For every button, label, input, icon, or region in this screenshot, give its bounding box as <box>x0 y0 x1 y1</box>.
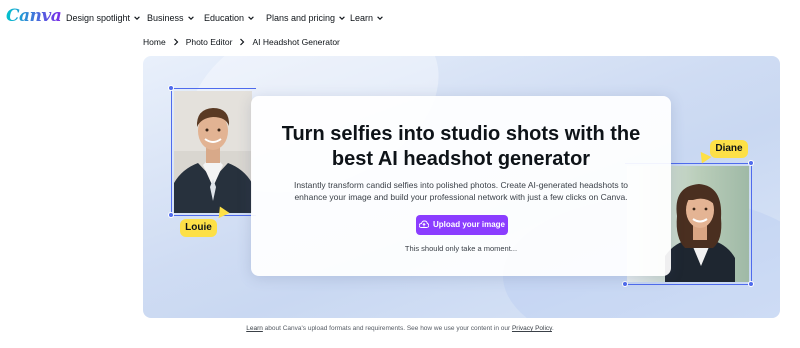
selection-handle <box>748 160 754 166</box>
nav-label: Education <box>204 13 245 23</box>
nav-education[interactable]: Education <box>204 13 255 23</box>
upload-button-label: Upload your image <box>432 220 505 229</box>
privacy-policy-link[interactable]: Privacy Policy <box>512 325 552 332</box>
upload-image-button[interactable]: Upload your image <box>416 215 508 235</box>
selection-handle <box>748 281 754 287</box>
processing-note: This should only take a moment... <box>404 244 518 253</box>
cloud-upload-icon <box>418 220 430 228</box>
description-line: Instantly transform candid selfies into … <box>293 180 629 190</box>
man-portrait-illustration <box>174 91 252 213</box>
breadcrumb-photo-editor[interactable]: Photo Editor <box>186 37 233 47</box>
selection-handle <box>168 85 174 91</box>
footer-text: about Canva's upload formats and require… <box>262 325 512 332</box>
headline-line: best AI headshot generator <box>331 148 591 170</box>
chevron-down-icon <box>339 16 345 20</box>
breadcrumb-home[interactable]: Home <box>143 37 166 47</box>
name-tag-diane: Diane <box>710 140 748 158</box>
chevron-down-icon <box>377 16 383 20</box>
headline-line: Turn selfies into studio shots with the <box>281 123 641 145</box>
hero-card: Turn selfies into studio shots with the … <box>251 96 671 276</box>
chevron-right-icon <box>173 38 179 46</box>
chevron-down-icon <box>187 16 194 20</box>
nav-label: Business <box>147 13 184 23</box>
canva-logo[interactable]: Canva <box>6 6 62 26</box>
chevron-right-icon <box>240 38 245 46</box>
description-line: enhance your image and build your profes… <box>294 192 628 202</box>
selection-border <box>171 88 172 215</box>
breadcrumb-current-page: AI Headshot Generator <box>252 37 340 47</box>
nav-learn[interactable]: Learn <box>350 13 384 23</box>
page-title: Turn selfies into studio shots with the … <box>251 122 671 172</box>
footer-text-end: . <box>551 325 554 332</box>
selection-border <box>751 163 752 285</box>
breadcrumb: Home Photo Editor AI Headshot Generator <box>143 37 340 47</box>
selection-border <box>171 215 256 216</box>
name-tag-louie: Louie <box>180 219 217 237</box>
nav-label: Plans and pricing <box>266 13 336 23</box>
hero-description: Instantly transform candid selfies into … <box>281 179 641 203</box>
learn-link[interactable]: Learn <box>246 325 263 332</box>
top-navigation: Canva Design spotlight Business Educatio… <box>0 0 800 36</box>
upload-footer-note: Learn about Canva's upload formats and r… <box>0 325 800 332</box>
nav-label: Learn <box>350 13 374 23</box>
selection-border <box>171 88 256 89</box>
chevron-down-icon <box>134 16 140 20</box>
headshot-photo-louie <box>174 91 252 213</box>
selection-border <box>625 284 752 285</box>
nav-plans-and-pricing[interactable]: Plans and pricing <box>266 13 346 23</box>
nav-design-spotlight[interactable]: Design spotlight <box>66 13 141 23</box>
nav-label: Design spotlight <box>66 13 131 23</box>
chevron-down-icon <box>248 16 254 20</box>
nav-business[interactable]: Business <box>147 13 195 23</box>
selection-handle <box>622 281 628 287</box>
selection-handle <box>168 212 174 218</box>
